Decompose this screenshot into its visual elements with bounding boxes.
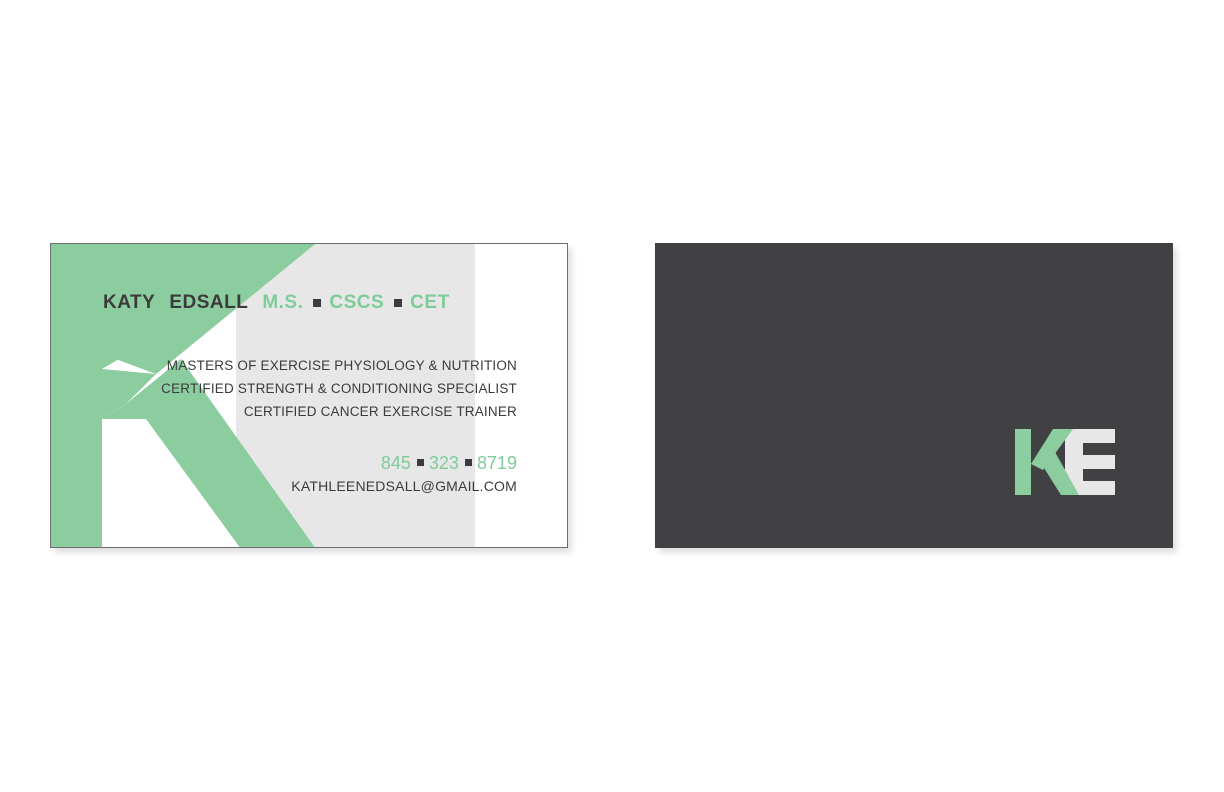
qualification-line: CERTIFIED STRENGTH & CONDITIONING SPECIA… [161, 381, 517, 396]
business-card-back [655, 243, 1173, 548]
credential-cet: CET [410, 292, 450, 313]
first-name: KATY [103, 292, 156, 313]
canvas: KATY EDSALL M.S. CSCS CET MASTERS OF EXE… [0, 0, 1224, 792]
phone-line: 8719 [476, 453, 517, 473]
qualifications-list: MASTERS OF EXERCISE PHYSIOLOGY & NUTRITI… [161, 354, 517, 423]
credential-ms: M.S. [262, 292, 304, 313]
ke-logo-icon [1015, 429, 1115, 495]
separator-square-icon [416, 459, 424, 466]
name-heading: KATY EDSALL M.S. CSCS CET [103, 292, 450, 314]
phone-area-code: 845 [380, 453, 411, 473]
credential-cscs: CSCS [329, 292, 385, 313]
separator-square-icon [394, 299, 403, 307]
last-name: EDSALL [169, 292, 249, 313]
phone-number: 845 323 8719 [381, 453, 517, 474]
phone-prefix: 323 [428, 453, 459, 473]
separator-square-icon [313, 299, 322, 307]
qualification-line: MASTERS OF EXERCISE PHYSIOLOGY & NUTRITI… [166, 358, 517, 373]
qualification-line: CERTIFIED CANCER EXERCISE TRAINER [243, 404, 517, 419]
business-card-front: KATY EDSALL M.S. CSCS CET MASTERS OF EXE… [50, 243, 568, 548]
email-address: KATHLEENEDSALL@GMAIL.COM [291, 478, 517, 494]
separator-square-icon [464, 459, 472, 466]
